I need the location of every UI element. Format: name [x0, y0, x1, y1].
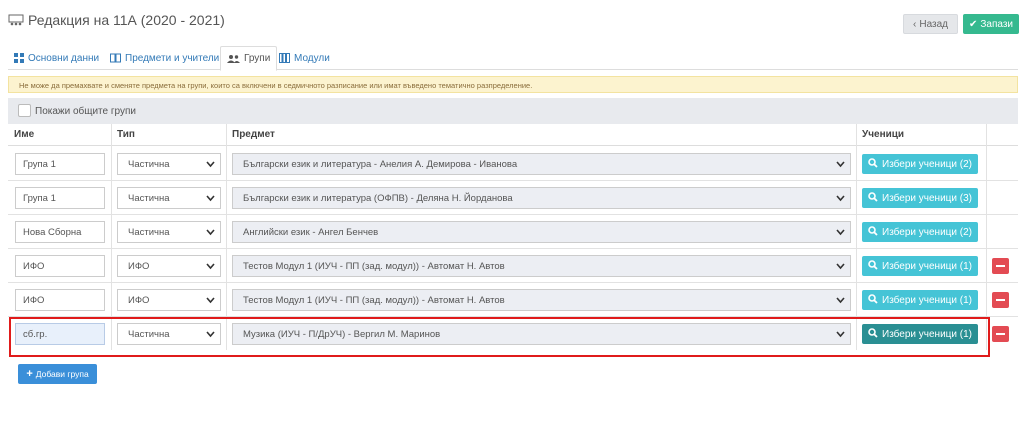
show-common-groups-label: Покажи общите групи: [35, 106, 136, 117]
add-group-button[interactable]: + Добави група: [18, 364, 97, 384]
chevron-down-icon: [836, 262, 845, 270]
column-header-students: Ученици: [856, 124, 986, 146]
users-icon: [227, 54, 240, 63]
select-students-button[interactable]: Избери ученици (2): [862, 222, 978, 242]
column-header-name: Име: [8, 124, 111, 146]
select-students-label: Избери ученици (2): [882, 226, 972, 238]
back-button[interactable]: ‹ Назад: [903, 14, 958, 34]
select-students-label: Избери ученици (1): [882, 294, 972, 306]
check-icon: ✔: [968, 18, 978, 30]
subject-select[interactable]: Български език и литература (ОФПВ) - Дел…: [232, 187, 851, 209]
tab-subjects-teachers[interactable]: Предмети и учители: [104, 46, 225, 70]
group-name-input[interactable]: Група 1: [15, 153, 105, 175]
tab-label: Основни данни: [28, 52, 100, 64]
chevron-down-icon: [206, 262, 215, 270]
plus-icon: +: [26, 368, 33, 380]
subject-select[interactable]: Тестов Модул 1 (ИУЧ - ПП (зад. модул)) -…: [232, 255, 851, 277]
chevron-down-icon: [836, 296, 845, 304]
subject-value: Английски език - Ангел Бенчев: [243, 227, 379, 238]
chevron-down-icon: [836, 194, 845, 202]
tab-groups[interactable]: Групи: [220, 46, 278, 71]
chevron-down-icon: [206, 296, 215, 304]
tab-label: Групи: [244, 53, 271, 64]
select-students-button[interactable]: Избери ученици (3): [862, 188, 978, 208]
group-type-value: Частична: [128, 193, 170, 204]
class-group-icon: [8, 13, 24, 27]
subject-select[interactable]: Тестов Модул 1 (ИУЧ - ПП (зад. модул)) -…: [232, 289, 851, 311]
subject-value: Български език и литература - Анелия А. …: [243, 159, 518, 170]
group-name-input[interactable]: Нова Сборна: [15, 221, 105, 243]
subject-value: Български език и литература (ОФПВ) - Дел…: [243, 193, 513, 204]
search-icon: [868, 191, 878, 205]
tabs: Основни данни Предмети и учители Групи М…: [8, 46, 1018, 71]
delete-group-button[interactable]: [992, 292, 1009, 308]
chevron-down-icon: [206, 228, 215, 236]
group-type-value: Частична: [128, 227, 170, 238]
group-name-input[interactable]: ИФО: [15, 255, 105, 277]
show-common-groups-checkbox[interactable]: [18, 104, 31, 117]
group-name-input[interactable]: ИФО: [15, 289, 105, 311]
page-title: Редакция на 11А (2020 - 2021): [8, 12, 225, 28]
select-students-label: Избери ученици (3): [882, 192, 972, 204]
subject-value: Тестов Модул 1 (ИУЧ - ПП (зад. модул)) -…: [243, 261, 505, 272]
subject-select[interactable]: Български език и литература - Анелия А. …: [232, 153, 851, 175]
chevron-down-icon: [836, 160, 845, 168]
delete-group-button[interactable]: [992, 326, 1009, 342]
tab-label: Предмети и учители: [125, 52, 220, 64]
column-header-type: Тип: [111, 124, 226, 146]
tab-label: Модули: [294, 52, 330, 64]
save-button-label: Запази: [980, 18, 1014, 30]
save-button[interactable]: ✔ Запази: [963, 14, 1019, 34]
select-students-button[interactable]: Избери ученици (1): [862, 256, 978, 276]
book-icon: [110, 53, 121, 63]
group-type-select[interactable]: Частична: [117, 187, 221, 209]
common-groups-bar: Покажи общите групи: [8, 98, 1018, 124]
search-icon: [868, 293, 878, 307]
chevron-down-icon: [206, 194, 215, 202]
subject-value: Тестов Модул 1 (ИУЧ - ПП (зад. модул)) -…: [243, 295, 505, 306]
back-button-label: Назад: [919, 18, 948, 30]
search-icon: [868, 225, 878, 239]
group-type-select[interactable]: Частична: [117, 221, 221, 243]
search-icon: [868, 157, 878, 171]
highlight-frame: [9, 317, 990, 357]
select-students-button[interactable]: Избери ученици (2): [862, 154, 978, 174]
group-type-select[interactable]: ИФО: [117, 289, 221, 311]
grid-icon: [14, 53, 24, 63]
subject-select[interactable]: Английски език - Ангел Бенчев: [232, 221, 851, 243]
table-row: ИФО ИФО Тестов Модул 1 (ИУЧ - ПП (зад. мод…: [0, 283, 1024, 317]
warning-alert: Не може да премахвате и сменяте предмета…: [8, 76, 1018, 93]
group-type-select[interactable]: ИФО: [117, 255, 221, 277]
group-type-value: Частична: [128, 159, 170, 170]
column-header-subject: Предмет: [226, 124, 856, 146]
page-title-text: Редакция на 11А (2020 - 2021): [28, 12, 225, 28]
chevron-left-icon: ‹: [913, 18, 917, 30]
chevron-down-icon: [836, 228, 845, 236]
group-name-input[interactable]: Група 1: [15, 187, 105, 209]
column-header-actions: [986, 124, 1018, 146]
page-header: Редакция на 11А (2020 - 2021) ‹ Назад ✔ …: [8, 10, 1019, 36]
tab-main-data[interactable]: Основни данни: [8, 46, 105, 70]
group-type-value: ИФО: [128, 295, 150, 306]
table-row: Група 1 Частична Български език и литерату…: [0, 181, 1024, 215]
select-students-label: Избери ученици (1): [882, 260, 972, 272]
table-row: Нова Сборна Частична Английски език - Анге…: [0, 215, 1024, 249]
chevron-down-icon: [206, 160, 215, 168]
search-icon: [868, 259, 878, 273]
select-students-button[interactable]: Избери ученици (1): [862, 290, 978, 310]
delete-group-button[interactable]: [992, 258, 1009, 274]
group-type-select[interactable]: Частична: [117, 153, 221, 175]
add-group-label: Добави група: [35, 369, 89, 379]
group-type-value: ИФО: [128, 261, 150, 272]
select-students-label: Избери ученици (2): [882, 158, 972, 170]
table-row: Група 1 Частична Български език и литерату…: [0, 147, 1024, 181]
library-icon: [279, 53, 290, 63]
table-row: ИФО ИФО Тестов Модул 1 (ИУЧ - ПП (зад. мод…: [0, 249, 1024, 283]
tab-modules[interactable]: Модули: [273, 46, 336, 70]
